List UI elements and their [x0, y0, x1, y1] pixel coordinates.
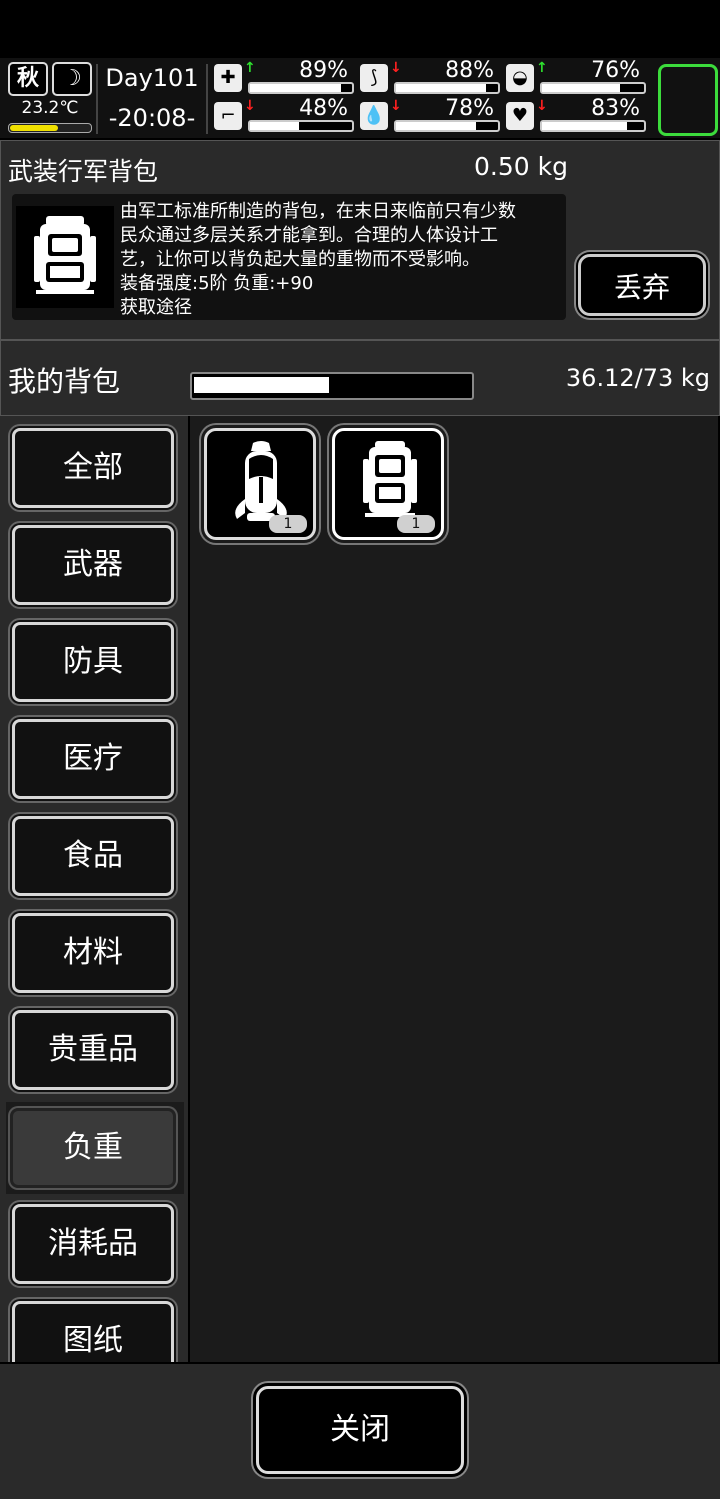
- arrow-up-icon: ↑: [244, 60, 256, 76]
- arrow-down-icon: ↓: [536, 98, 548, 114]
- stat-bar-fill: [250, 122, 299, 130]
- arrow-down-icon: ↓: [390, 60, 402, 76]
- category-materials-tab[interactable]: 材料: [12, 913, 174, 993]
- arrow-down-icon: ↓: [244, 98, 256, 114]
- discard-button[interactable]: 丢弃: [578, 254, 706, 316]
- clock-time: -20:08-: [108, 104, 196, 132]
- item-name: 武装行军背包: [8, 157, 159, 186]
- category-medical-tab[interactable]: 医疗: [12, 719, 174, 799]
- inventory-grid: [190, 416, 718, 1362]
- backpack-capacity-fill: [194, 377, 329, 393]
- stat-bar-fill: [250, 84, 341, 92]
- category-valuables-tab[interactable]: 贵重品: [12, 1010, 174, 1090]
- stat-bar: [540, 120, 646, 132]
- close-button[interactable]: 关闭: [256, 1386, 464, 1474]
- inventory-slot-selected[interactable]: 1: [332, 428, 444, 540]
- stat-bar: [248, 82, 354, 94]
- category-sidebar: 全部 武器 防具 医疗 食品 材料 贵重品 负重 消耗品 图纸: [0, 416, 188, 1362]
- category-load-tab[interactable]: 负重: [10, 1108, 176, 1188]
- season-badge: 秋: [8, 62, 48, 96]
- stat-percent: 78%: [445, 96, 494, 121]
- arrow-up-icon: ↑: [536, 60, 548, 76]
- stat-bar: [394, 82, 500, 94]
- backpack-title: 我的背包: [8, 365, 121, 398]
- divider: [96, 64, 98, 134]
- stomach-icon: ⟆: [360, 64, 388, 92]
- stat-bar-fill: [542, 122, 627, 130]
- stat-bar: [248, 120, 354, 132]
- arrow-down-icon: ↓: [390, 98, 402, 114]
- military-backpack-icon: [16, 206, 114, 308]
- day-counter: Day101: [105, 64, 199, 92]
- boot-icon: ⌐: [214, 102, 242, 130]
- stat-bar: [394, 120, 500, 132]
- category-consumables-tab[interactable]: 消耗品: [12, 1204, 174, 1284]
- stat-percent: 89%: [299, 58, 348, 83]
- temperature-bar-fill: [10, 125, 58, 131]
- inventory-slot[interactable]: 1: [204, 428, 316, 540]
- moon-icon: ☽: [52, 62, 92, 96]
- brain-icon: ◒: [506, 64, 534, 92]
- item-count-badge: 1: [269, 515, 307, 533]
- stat-bar-fill: [396, 84, 486, 92]
- item-weight: 0.50 kg: [474, 152, 568, 181]
- item-count-badge: 1: [397, 515, 435, 533]
- category-food-tab[interactable]: 食品: [12, 816, 174, 896]
- item-description: 由军工标准所制造的背包，在末日来临前只有少数 民众通过多层关系才能拿到。合理的人…: [120, 201, 516, 318]
- medkit-icon: ✚: [214, 64, 242, 92]
- stat-bar-fill: [542, 84, 620, 92]
- heart-icon: ♥: [506, 102, 534, 130]
- category-blueprints-tab[interactable]: 图纸: [12, 1301, 174, 1362]
- category-all-tab[interactable]: 全部: [12, 428, 174, 508]
- stat-percent: 48%: [299, 96, 348, 121]
- stat-percent: 76%: [591, 58, 640, 83]
- category-armor-tab[interactable]: 防具: [12, 622, 174, 702]
- stat-percent: 83%: [591, 96, 640, 121]
- stat-bar-fill: [396, 122, 476, 130]
- water-drop-icon: 💧: [360, 102, 388, 130]
- equipment-slot[interactable]: [658, 64, 718, 136]
- temperature-label: 23.2℃: [21, 98, 79, 118]
- backpack-weight: 36.12/73 kg: [565, 364, 710, 392]
- category-weapons-tab[interactable]: 武器: [12, 525, 174, 605]
- stat-bar: [540, 82, 646, 94]
- divider: [206, 64, 208, 134]
- stat-percent: 88%: [445, 58, 494, 83]
